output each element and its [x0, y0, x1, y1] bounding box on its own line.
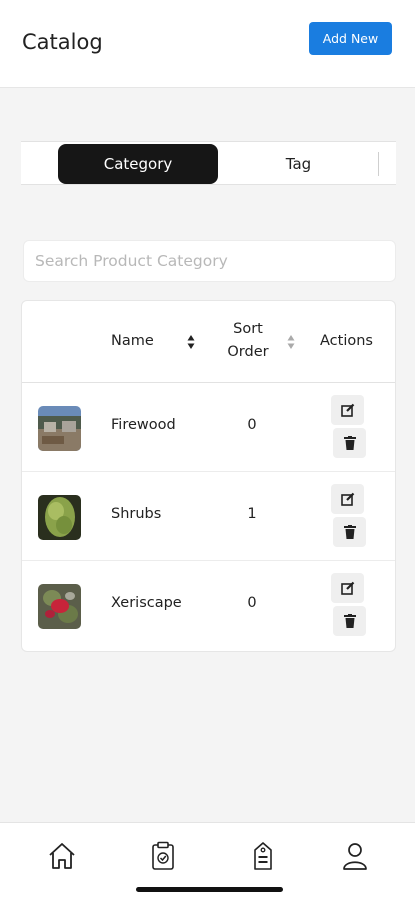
edit-icon — [340, 581, 354, 595]
user-icon[interactable] — [340, 841, 370, 871]
edit-button[interactable] — [331, 573, 364, 603]
row-sort-order: 0 — [247, 595, 257, 611]
edit-icon — [340, 403, 354, 417]
table-row: Firewood 0 — [22, 383, 395, 472]
firewood-photo — [38, 406, 81, 451]
page-title: Catalog — [22, 30, 103, 54]
home-indicator — [136, 887, 283, 892]
column-header-sort-line1: Sort — [233, 321, 263, 337]
table-header: Name Sort Order Actions — [22, 301, 395, 383]
edit-icon — [340, 492, 354, 506]
column-header-sort-line2: Order — [227, 344, 269, 360]
clipboard-check-icon[interactable] — [148, 841, 178, 871]
row-name: Xeriscape — [111, 595, 182, 611]
tab-divider — [378, 152, 379, 176]
tab-category[interactable]: Category — [58, 144, 218, 184]
trash-icon — [343, 525, 356, 539]
delete-button[interactable] — [333, 428, 366, 458]
row-name: Firewood — [111, 417, 176, 433]
trash-icon — [343, 614, 356, 628]
category-table: Name Sort Order Actions Firewood 0 Shrub… — [21, 300, 396, 652]
column-header-actions: Actions — [320, 333, 373, 349]
edit-button[interactable] — [331, 395, 364, 425]
row-sort-order: 0 — [247, 417, 257, 433]
catalog-tabs: Category Tag — [21, 141, 396, 185]
search-input[interactable]: Search Product Category — [23, 240, 396, 282]
shrubs-photo — [38, 495, 81, 540]
tab-tag[interactable]: Tag — [221, 144, 376, 184]
row-name: Shrubs — [111, 506, 162, 522]
delete-button[interactable] — [333, 517, 366, 547]
table-row: Shrubs 1 — [22, 472, 395, 561]
column-header-name[interactable]: Name — [111, 330, 154, 353]
table-row: Xeriscape 0 — [22, 561, 395, 650]
add-new-button[interactable]: Add New — [309, 22, 392, 55]
sort-icon-sort-order[interactable] — [287, 334, 295, 350]
trash-icon — [343, 436, 356, 450]
row-sort-order: 1 — [247, 506, 257, 522]
xeriscape-photo — [38, 584, 81, 629]
sort-icon-name[interactable] — [187, 334, 195, 350]
price-tag-icon[interactable] — [248, 841, 278, 871]
edit-button[interactable] — [331, 484, 364, 514]
app-header: Catalog Add New — [0, 0, 415, 88]
column-header-sort-order[interactable]: Sort Order — [218, 318, 278, 364]
home-icon[interactable] — [47, 841, 77, 871]
delete-button[interactable] — [333, 606, 366, 636]
bottom-navigation — [0, 822, 415, 900]
